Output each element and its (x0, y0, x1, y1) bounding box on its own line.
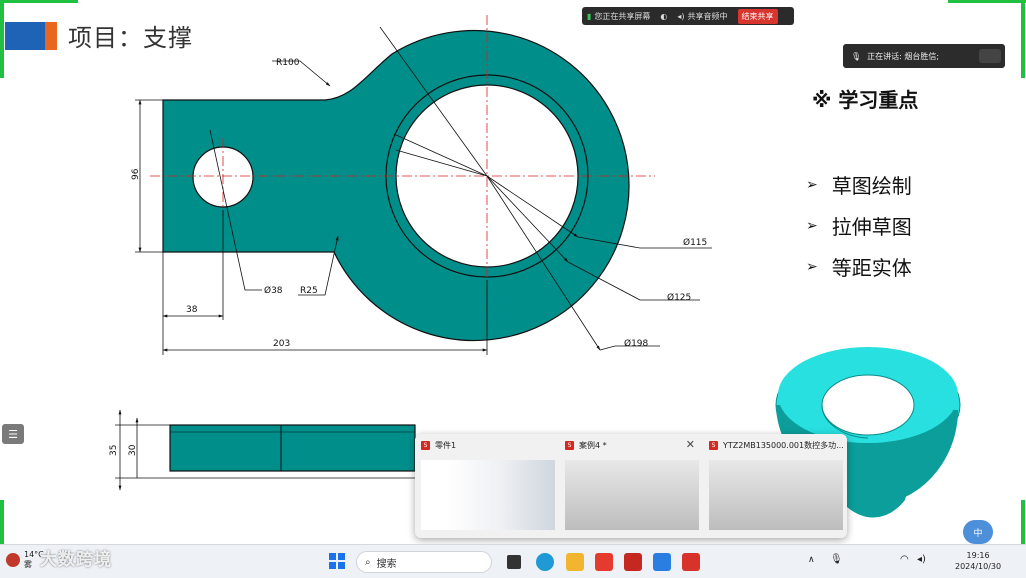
arrow-bullet-icon: ➢ (806, 258, 818, 275)
dim-30: 30 (128, 444, 138, 456)
preview-window[interactable]: S YTZ2MB135000.001数控多功... (703, 434, 847, 538)
arrow-bullet-icon: ➢ (806, 176, 818, 193)
close-icon[interactable]: ✕ (686, 438, 695, 451)
ime-toolbar[interactable]: 中 (963, 520, 993, 544)
arrow-bullet-icon: ➢ (806, 217, 818, 234)
key-point-item: ➢ 草图绘制 (806, 170, 912, 199)
dim-hole-d38: Ø38 (264, 285, 283, 296)
clock[interactable]: 19:16 2024/10/30 (955, 550, 1001, 572)
dim-35: 35 (109, 445, 119, 456)
volume-icon[interactable]: ◂) (917, 554, 926, 565)
key-point-label: 拉伸草图 (831, 215, 912, 239)
dim-r25: R25 (300, 286, 318, 296)
watermark-text: 大数跨境 (40, 550, 112, 570)
taskbar-search[interactable]: ⌕ 搜索 (356, 551, 492, 573)
key-point-label: 草图绘制 (831, 174, 912, 198)
solidworks-icon: S (565, 441, 574, 450)
preview-image (421, 460, 555, 530)
preview-window[interactable]: S 零件1 (415, 434, 559, 538)
solidworks-icon: S (709, 441, 718, 450)
dim-d125: Ø125 (667, 292, 691, 303)
taskbar-preview-popup: S 零件1 S 案例4 * ✕ S YTZ2MB135000.001数控多功..… (415, 434, 847, 538)
preview-title: 案例4 * (579, 441, 607, 450)
chevron-up-icon[interactable]: ∧ (808, 555, 815, 565)
search-icon: ⌕ (365, 556, 371, 568)
list-icon: ☰ (8, 427, 18, 441)
dim-r100: R100 (276, 58, 300, 68)
key-point-label: 等距实体 (831, 256, 912, 280)
preview-image (565, 460, 699, 530)
preview-window[interactable]: S 案例4 * ✕ (559, 434, 703, 538)
meeting-app-icon[interactable] (653, 553, 671, 571)
windows-icon (329, 553, 345, 569)
taskbar: 14°C 雾 ⌕ 搜索 ∧ 🎙 ◠ ◂) 19:16 2024/10/30 (0, 544, 1026, 578)
wifi-icon[interactable]: ◠ (900, 554, 909, 565)
preview-title: 零件1 (435, 441, 457, 450)
key-point-item: ➢ 等距实体 (806, 252, 912, 281)
solidworks-icon: S (421, 441, 430, 450)
ime-label: 中 (973, 528, 983, 539)
key-point-item: ➢ 拉伸草图 (806, 211, 912, 240)
dim-d198: Ø198 (624, 338, 649, 349)
preview-title: YTZ2MB135000.001数控多功... (723, 441, 844, 450)
dim-203: 203 (273, 339, 290, 349)
edge-icon[interactable] (536, 553, 554, 571)
list-menu-button[interactable]: ☰ (2, 424, 24, 444)
wps-pdf-icon[interactable] (682, 553, 700, 571)
dim-d115: Ø115 (683, 237, 707, 248)
key-points-title: ※ 学习重点 (812, 88, 919, 112)
clock-date: 2024/10/30 (955, 562, 1002, 571)
dim-38: 38 (186, 305, 198, 315)
preview-image (709, 460, 843, 530)
search-placeholder: 搜索 (376, 558, 397, 570)
file-explorer-icon[interactable] (566, 553, 584, 571)
start-button[interactable] (329, 553, 345, 569)
clock-time: 19:16 (966, 551, 990, 560)
solidworks-taskbar-icon[interactable] (624, 553, 642, 571)
task-view-icon[interactable] (507, 555, 521, 569)
dim-96: 96 (131, 168, 141, 180)
microphone-icon[interactable]: 🎙 (830, 554, 843, 565)
weather-icon (6, 553, 20, 567)
wps-icon[interactable] (595, 553, 613, 571)
